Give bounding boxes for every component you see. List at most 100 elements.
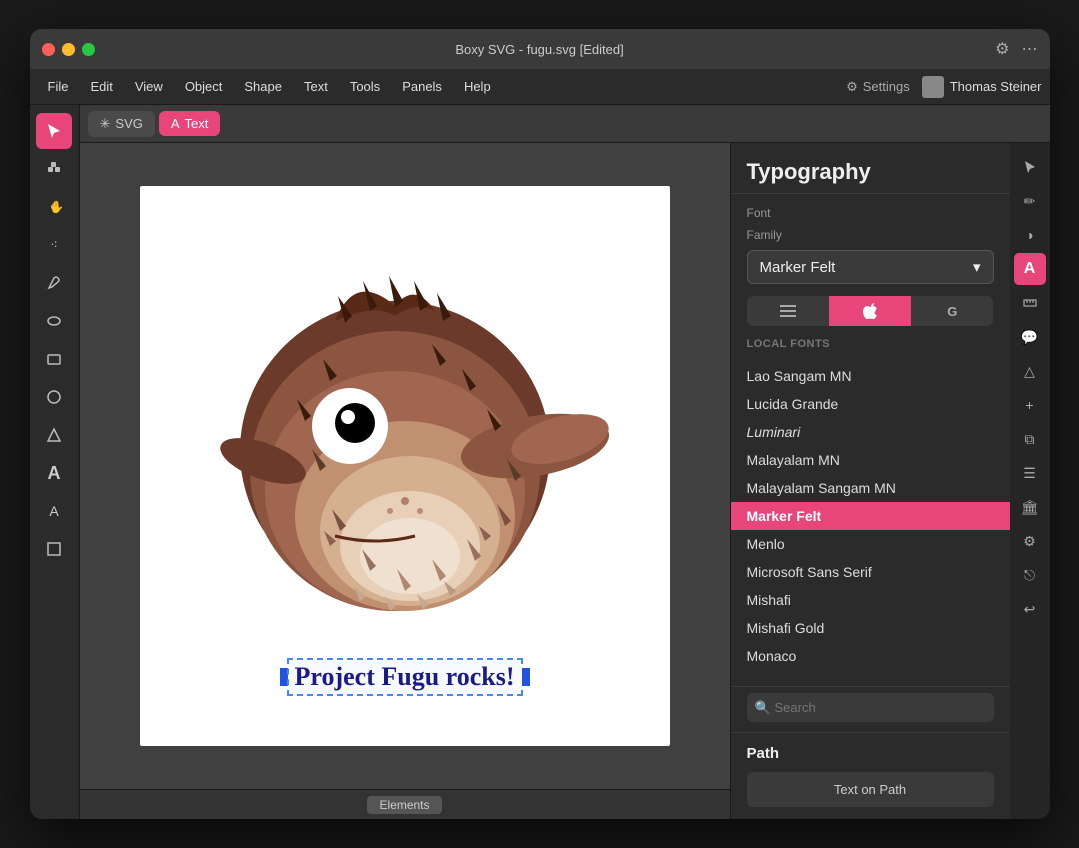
pan-tool[interactable]: ✋ (36, 189, 72, 225)
right-tool-typography[interactable]: A (1014, 253, 1046, 285)
font-item-luminari[interactable]: Luminari (731, 418, 1010, 446)
font-source-tabs: G (747, 296, 994, 326)
local-fonts-label: LOCAL FONTS (747, 334, 994, 354)
svg-text:✋: ✋ (49, 200, 62, 214)
menubar-right: ⚙ Settings Thomas Steiner (846, 76, 1041, 98)
main-content: ✋ ⁖ (30, 105, 1050, 819)
close-button[interactable] (42, 43, 55, 56)
font-item-malayalam-sangam[interactable]: Malayalam Sangam MN (731, 474, 1010, 502)
font-item-mishafi-gold[interactable]: Mishafi Gold (731, 614, 1010, 642)
rect-tool[interactable] (36, 341, 72, 377)
canvas-background: Project Fugu rocks! (140, 186, 670, 746)
app-window: Boxy SVG - fugu.svg [Edited] ⚙ ⋯ File Ed… (30, 29, 1050, 819)
more-icon[interactable]: ⋯ (1022, 39, 1038, 59)
menu-help[interactable]: Help (454, 75, 501, 98)
fugu-svg (175, 251, 635, 681)
search-wrapper: 🔍 (747, 693, 994, 722)
font-item-menlo[interactable]: Menlo (731, 530, 1010, 558)
font-item-microsoft-sans[interactable]: Microsoft Sans Serif (731, 558, 1010, 586)
menu-view[interactable]: View (125, 75, 173, 98)
text-handle-left[interactable] (279, 667, 289, 687)
typography-panel: Typography Font Family Marker Felt ▾ (730, 143, 1010, 819)
user-name: Thomas Steiner (950, 79, 1042, 94)
bottom-bar: Elements (80, 789, 730, 819)
select-tool[interactable] (36, 113, 72, 149)
menu-tools[interactable]: Tools (340, 75, 390, 98)
text-handle-right[interactable] (521, 667, 531, 687)
canvas-text[interactable]: Project Fugu rocks! (289, 660, 521, 694)
font-section: Font Family Marker Felt ▾ (731, 194, 1010, 296)
right-tool-comment[interactable]: 💬 (1014, 321, 1046, 353)
text-on-path-button[interactable]: Text on Path (747, 772, 994, 807)
path-section: Path Text on Path (731, 732, 1010, 819)
triangle-tool[interactable] (36, 417, 72, 453)
maximize-button[interactable] (82, 43, 95, 56)
tab-bar: ✳ SVG A Text (80, 105, 1050, 143)
font-section-label: Font (747, 206, 994, 220)
right-tool-pencil[interactable]: ✏ (1014, 185, 1046, 217)
right-tool-ruler[interactable] (1014, 287, 1046, 319)
path-section-label: Path (747, 745, 994, 762)
puzzle-icon[interactable]: ⚙ (995, 39, 1009, 59)
menu-shape[interactable]: Shape (234, 75, 292, 98)
source-tab-google[interactable]: G (911, 296, 993, 326)
crop-tool[interactable] (36, 531, 72, 567)
menu-text[interactable]: Text (294, 75, 338, 98)
menu-object[interactable]: Object (175, 75, 233, 98)
avatar (922, 76, 944, 98)
text-small-tool[interactable]: A (36, 493, 72, 529)
tab-text[interactable]: A Text (159, 111, 221, 136)
font-item-lao[interactable]: Lao Sangam MN (731, 362, 1010, 390)
traffic-lights (42, 43, 95, 56)
elements-badge[interactable]: Elements (367, 796, 441, 814)
right-tool-undo[interactable]: ↩ (1014, 593, 1046, 625)
user-button[interactable]: Thomas Steiner (922, 76, 1042, 98)
right-tool-export[interactable]: ⎋ (1014, 559, 1046, 591)
right-tool-list[interactable]: ☰ (1014, 457, 1046, 489)
font-item-mishafi[interactable]: Mishafi (731, 586, 1010, 614)
svg-tab-label: SVG (115, 116, 142, 131)
far-right-toolbar: ✏ ◑ A 💬 △ + ⧉ ☰ 🏛 ⚙ ⎋ ↩ (1010, 143, 1050, 819)
font-family-dropdown[interactable]: Marker Felt ▾ (747, 250, 994, 284)
font-search-input[interactable] (747, 693, 994, 722)
source-tab-list[interactable] (747, 296, 829, 326)
node-tool[interactable] (36, 151, 72, 187)
font-source-section: G LOCAL FONTS (731, 296, 1010, 362)
font-item-monaco[interactable]: Monaco (731, 642, 1010, 670)
circle-tool[interactable] (36, 379, 72, 415)
zoom-tool[interactable]: ⁖ (36, 227, 72, 263)
current-font: Marker Felt (760, 259, 836, 276)
svg-tab-icon: ✳ (100, 116, 111, 132)
font-item-lucida[interactable]: Lucida Grande (731, 390, 1010, 418)
text-element[interactable]: Project Fugu rocks! (279, 660, 531, 694)
right-tool-bank[interactable]: 🏛 (1014, 491, 1046, 523)
right-tool-triangle[interactable]: △ (1014, 355, 1046, 387)
menubar: File Edit View Object Shape Text Tools P… (30, 69, 1050, 105)
settings-button[interactable]: ⚙ Settings (846, 79, 910, 95)
titlebar-right: ⚙ ⋯ (995, 39, 1037, 59)
tab-svg[interactable]: ✳ SVG (88, 111, 155, 137)
ellipse-tool[interactable] (36, 303, 72, 339)
right-tool-plus[interactable]: + (1014, 389, 1046, 421)
search-icon: 🔍 (755, 700, 771, 716)
minimize-button[interactable] (62, 43, 75, 56)
right-tool-gear[interactable]: ⚙ (1014, 525, 1046, 557)
settings-icon: ⚙ (846, 79, 858, 95)
font-list: Lao Sangam MN Lucida Grande Luminari Mal… (731, 362, 1010, 686)
settings-label: Settings (863, 79, 910, 94)
right-tool-layers[interactable]: ⧉ (1014, 423, 1046, 455)
font-item-malayalam[interactable]: Malayalam MN (731, 446, 1010, 474)
text-tool[interactable]: A (36, 455, 72, 491)
canvas-area[interactable]: Project Fugu rocks! Elements (80, 143, 730, 819)
right-tool-pointer[interactable] (1014, 151, 1046, 183)
right-tool-contrast[interactable]: ◑ (1014, 219, 1046, 251)
menu-file[interactable]: File (38, 75, 79, 98)
font-item-marker-felt[interactable]: Marker Felt (731, 502, 1010, 530)
dropdown-chevron: ▾ (973, 258, 981, 276)
pen-tool[interactable] (36, 265, 72, 301)
menu-panels[interactable]: Panels (392, 75, 452, 98)
source-tab-apple[interactable] (829, 296, 911, 326)
canvas-inner: Project Fugu rocks! (80, 143, 730, 789)
left-toolbar: ✋ ⁖ (30, 105, 80, 819)
menu-edit[interactable]: Edit (80, 75, 122, 98)
